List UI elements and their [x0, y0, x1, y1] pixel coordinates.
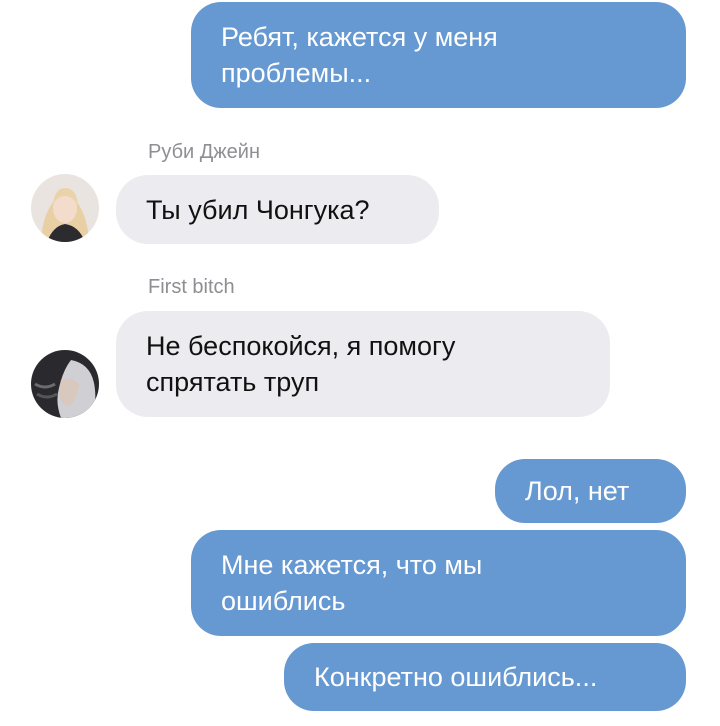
outgoing-message-bubble[interactable]: Ребят, кажется у меня проблемы... [191, 2, 686, 108]
message-text: Мне кажется, что мы ошиблись [221, 550, 483, 616]
incoming-message-bubble[interactable]: Ты убил Чонгука? [116, 175, 439, 244]
avatar[interactable] [31, 174, 99, 242]
avatar-photo [31, 350, 99, 418]
avatar-photo [31, 174, 99, 242]
sender-name: First bitch [148, 276, 235, 298]
message-text: Лол, нет [525, 476, 630, 506]
incoming-message-bubble[interactable]: Не беспокойся, я помогу спрятать труп [116, 311, 610, 417]
outgoing-message-bubble[interactable]: Конкретно ошиблись... [284, 643, 686, 711]
outgoing-message-bubble[interactable]: Мне кажется, что мы ошиблись [191, 530, 686, 636]
message-text: Ты убил Чонгука? [146, 194, 370, 225]
sender-name: Руби Джейн [148, 141, 261, 163]
outgoing-message-bubble[interactable]: Лол, нет [495, 459, 686, 523]
message-text: Не беспокойся, я помогу спрятать труп [146, 331, 456, 397]
message-text: Конкретно ошиблись... [314, 662, 598, 692]
avatar[interactable] [31, 350, 99, 418]
message-text: Ребят, кажется у меня проблемы... [221, 22, 498, 88]
